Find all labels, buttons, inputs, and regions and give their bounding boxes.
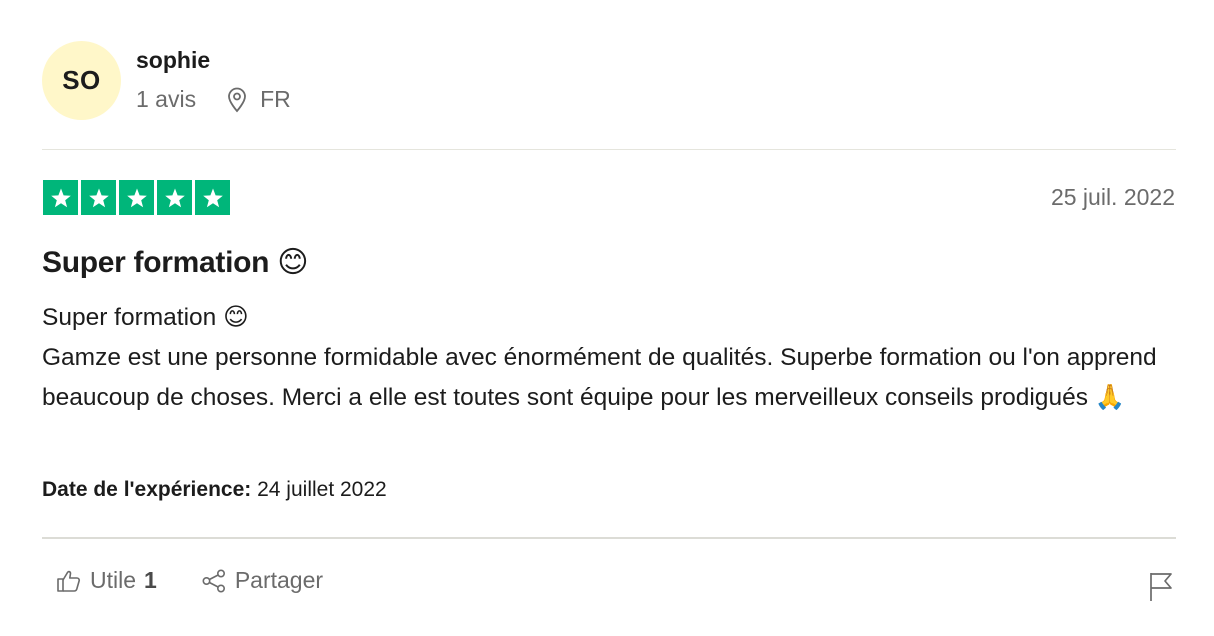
review-count: 1 avis — [136, 86, 197, 112]
consumer-meta: 1 avis FR — [136, 86, 291, 113]
experience-value: 24 juillet 2022 — [257, 478, 387, 501]
review-date: 25 juil. 2022 — [1050, 184, 1175, 210]
share-icon — [202, 568, 225, 592]
thumbs-up-icon — [57, 570, 81, 592]
review-title[interactable]: Super formation 😊 — [42, 245, 309, 280]
review-card: SO sophie 1 avis FR 25 juil. 2022 Super … — [0, 0, 1214, 636]
experience-label: Date de l'expérience: — [42, 478, 252, 501]
share-button[interactable]: Partager — [201, 567, 323, 594]
flag-icon[interactable] — [1148, 570, 1174, 602]
footer-divider — [42, 537, 1176, 539]
star-icon — [119, 180, 154, 215]
share-label: Partager — [234, 567, 324, 593]
experience-date: Date de l'expérience: 24 juillet 2022 — [42, 478, 387, 502]
star-rating — [43, 180, 230, 215]
location-pin-icon — [228, 87, 246, 112]
useful-button[interactable]: Utile 1 — [56, 567, 157, 594]
useful-count: 1 — [144, 567, 157, 593]
useful-label: Utile — [90, 567, 137, 593]
consumer-name[interactable]: sophie — [136, 47, 210, 74]
avatar-initials: SO — [62, 65, 101, 95]
avatar[interactable]: SO — [42, 41, 121, 120]
location-label: FR — [260, 86, 291, 112]
star-icon — [195, 180, 230, 215]
consumer-location: FR — [226, 86, 291, 113]
review-actions: Utile 1 Partager — [56, 567, 323, 594]
star-icon — [81, 180, 116, 215]
review-body: Super formation 😊 Gamze est une personne… — [42, 304, 1157, 411]
header-divider — [42, 149, 1176, 150]
star-icon — [157, 180, 192, 215]
star-icon — [43, 180, 78, 215]
